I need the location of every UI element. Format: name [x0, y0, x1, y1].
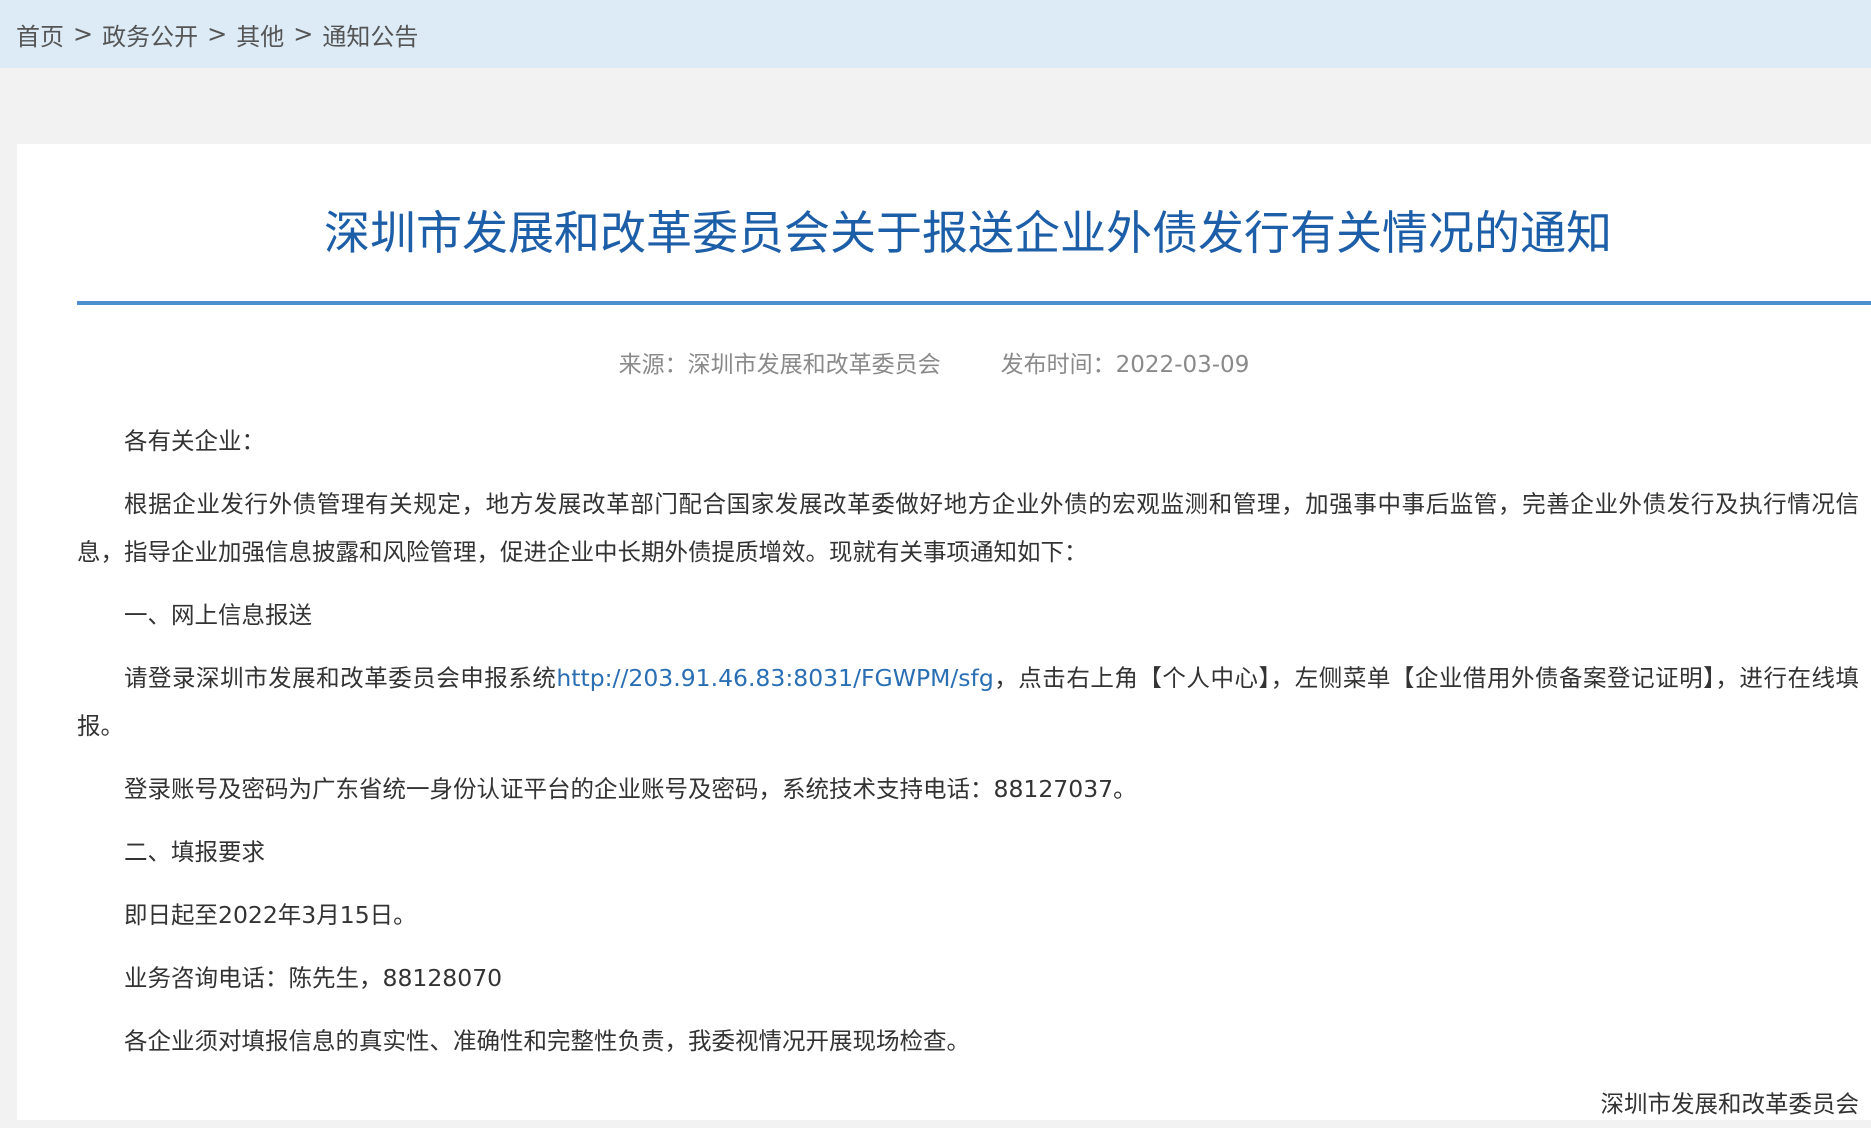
breadcrumb-separator: >	[293, 20, 314, 48]
title-divider	[77, 301, 1871, 306]
section1-heading: 一、网上信息报送	[124, 601, 312, 630]
section2-heading: 二、填报要求	[124, 838, 265, 867]
breadcrumb-notices[interactable]: 通知公告	[322, 17, 418, 52]
article-title: 深圳市发展和改革委员会关于报送企业外债发行有关情况的通知	[324, 206, 1612, 260]
section1-text-before: 请登录深圳市发展和改革委员会申报系统	[124, 664, 557, 693]
section2-deadline: 即日起至2022年3月15日。	[124, 901, 417, 930]
section2-responsibility: 各企业须对填报信息的真实性、准确性和完整性负责，我委视情况开展现场检查。	[124, 1027, 970, 1056]
breadcrumb-gov-affairs[interactable]: 政务公开	[102, 17, 198, 52]
breadcrumb: 首页 > 政务公开 > 其他 > 通知公告	[0, 0, 1871, 68]
article-source: 来源：深圳市发展和改革委员会	[618, 352, 941, 379]
breadcrumb-other[interactable]: 其他	[236, 17, 284, 52]
greeting-paragraph: 各有关企业：	[124, 427, 265, 456]
breadcrumb-separator: >	[207, 20, 228, 48]
article-meta: 来源：深圳市发展和改革委员会 发布时间：2022-03-09	[77, 345, 1871, 379]
section2-contact: 业务咨询电话：陈先生，88128070	[124, 964, 503, 993]
section1-instructions: 请登录深圳市发展和改革委员会申报系统http://203.91.46.83:80…	[77, 654, 1859, 750]
declaration-system-link[interactable]: http://203.91.46.83:8031/FGWPM/sfg	[556, 664, 993, 692]
intro-paragraph: 根据企业发行外债管理有关规定，地方发展改革部门配合国家发展改革委做好地方企业外债…	[77, 490, 1859, 567]
article-signature: 深圳市发展和改革委员会	[1600, 1090, 1860, 1119]
breadcrumb-home[interactable]: 首页	[16, 17, 64, 52]
article-body: 各有关企业： 根据企业发行外债管理有关规定，地方发展改革部门配合国家发展改革委做…	[77, 417, 1871, 1065]
article-card: 深圳市发展和改革委员会关于报送企业外债发行有关情况的通知 来源：深圳市发展和改革…	[17, 144, 1871, 1120]
article-publish-time: 发布时间：2022-03-09	[1000, 352, 1250, 379]
section1-login-info: 登录账号及密码为广东省统一身份认证平台的企业账号及密码，系统技术支持电话：881…	[124, 775, 1137, 804]
breadcrumb-separator: >	[73, 20, 94, 48]
